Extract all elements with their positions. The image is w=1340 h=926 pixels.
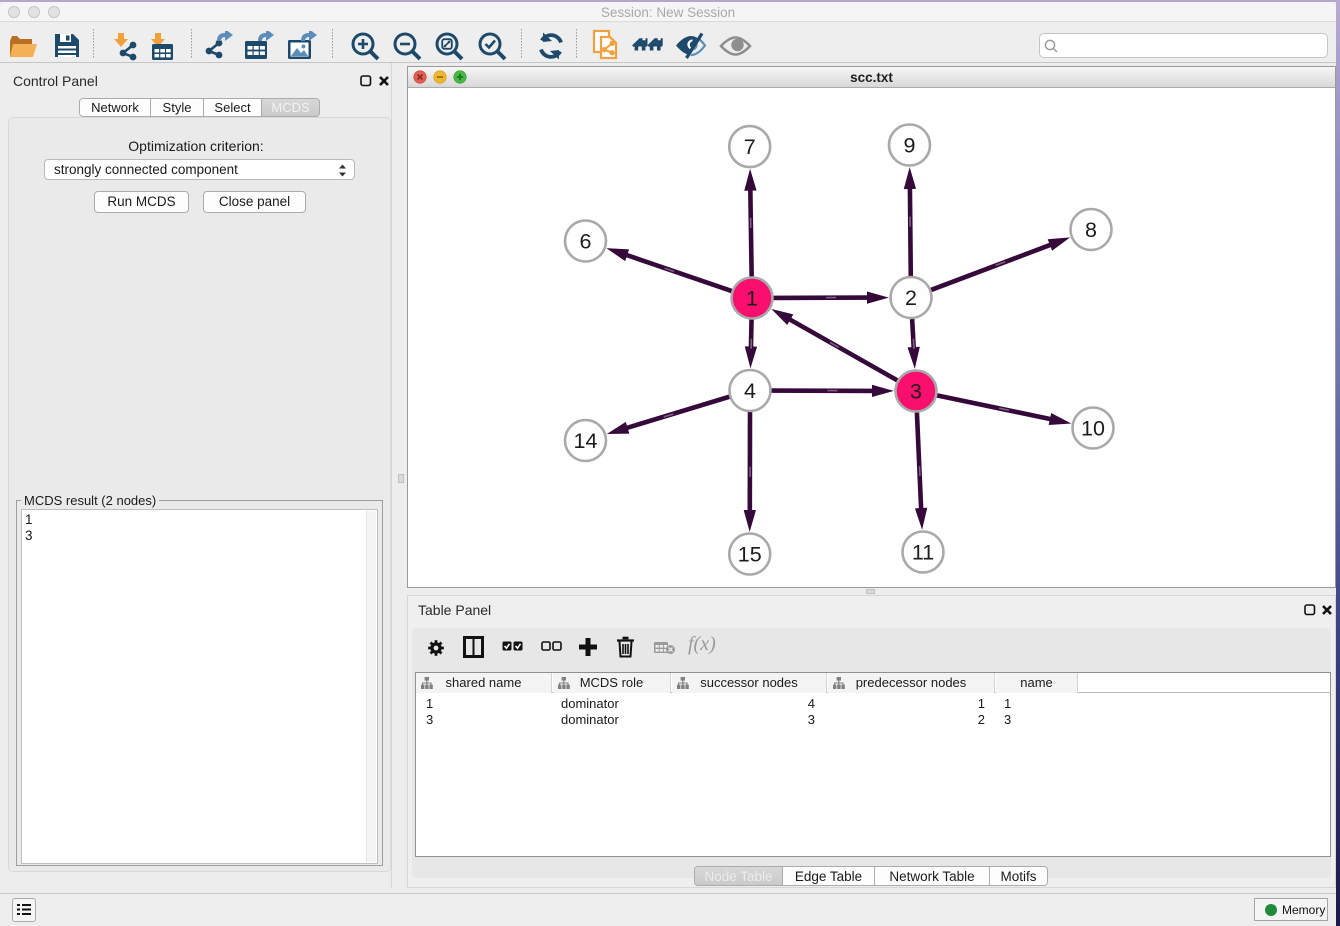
svg-text:14: 14: [574, 429, 598, 453]
svg-text:11: 11: [912, 541, 934, 565]
svg-text:15: 15: [738, 543, 762, 567]
svg-text:4: 4: [744, 379, 756, 403]
svg-text:10: 10: [1081, 417, 1105, 441]
svg-text:8: 8: [1085, 218, 1097, 242]
svg-text:2: 2: [905, 286, 917, 310]
svg-text:6: 6: [580, 230, 592, 254]
svg-text:7: 7: [744, 135, 756, 159]
svg-text:3: 3: [910, 380, 922, 404]
svg-text:1: 1: [746, 287, 758, 311]
svg-text:9: 9: [904, 134, 916, 158]
